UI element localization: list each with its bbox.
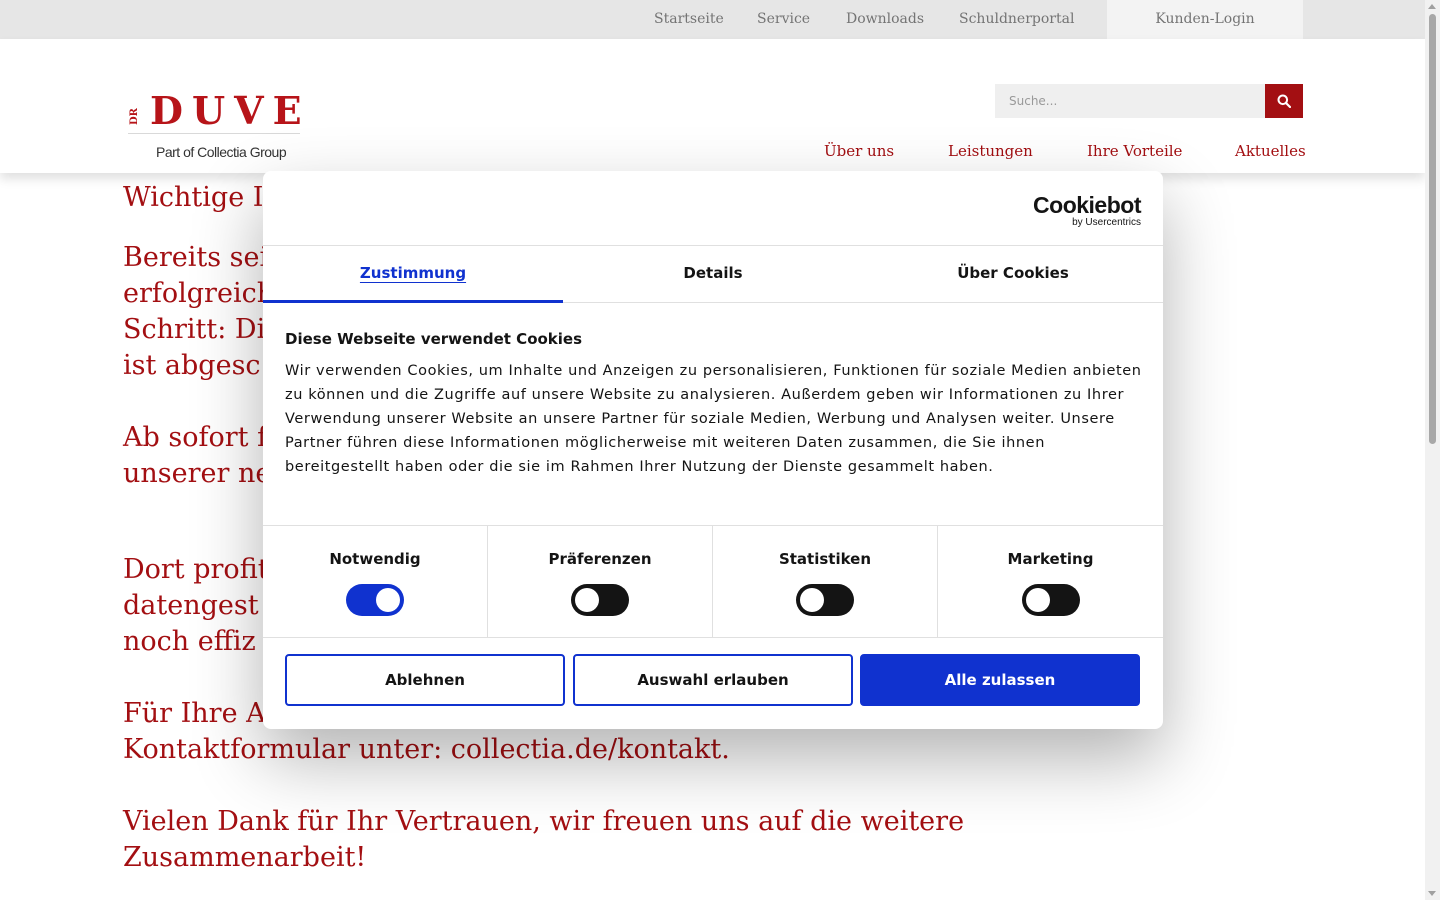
category-label: Marketing bbox=[1007, 550, 1094, 568]
consent-categories: Notwendig Präferenzen Statistiken Market… bbox=[263, 525, 1163, 638]
dialog-description: Wir verwenden Cookies, um Inhalte und An… bbox=[285, 363, 1142, 475]
tab-details[interactable]: Details bbox=[563, 246, 863, 303]
cookiebot-brand: Cookiebot bbox=[1033, 192, 1141, 218]
category-label: Notwendig bbox=[329, 550, 421, 568]
scrollbar-thumb[interactable] bbox=[1429, 14, 1436, 444]
toggle-marketing[interactable] bbox=[1021, 584, 1080, 616]
active-tab-indicator bbox=[263, 300, 563, 303]
category-statistiken: Statistiken bbox=[713, 526, 938, 638]
toggle-praeferenzen[interactable] bbox=[571, 584, 629, 616]
tab-zustimmung[interactable]: Zustimmung bbox=[263, 246, 563, 303]
cookie-consent-dialog: Cookiebot by Usercentrics Zustimmung Det… bbox=[263, 171, 1163, 729]
toggle-knob bbox=[575, 588, 599, 612]
scroll-up-arrow-icon[interactable] bbox=[1428, 4, 1436, 9]
dialog-tabs: Zustimmung Details Über Cookies bbox=[263, 246, 1163, 303]
toggle-knob bbox=[376, 588, 400, 612]
cookiebot-logo[interactable]: Cookiebot by Usercentrics bbox=[1033, 193, 1141, 228]
category-marketing: Marketing bbox=[938, 526, 1163, 638]
category-praeferenzen: Präferenzen bbox=[488, 526, 713, 638]
allow-selection-button[interactable]: Auswahl erlauben bbox=[573, 654, 853, 706]
toggle-knob bbox=[800, 588, 824, 612]
category-label: Präferenzen bbox=[548, 550, 652, 568]
allow-all-button[interactable]: Alle zulassen bbox=[860, 654, 1140, 706]
scroll-down-arrow-icon[interactable] bbox=[1428, 891, 1436, 896]
dialog-header: Cookiebot by Usercentrics bbox=[263, 171, 1163, 246]
toggle-knob bbox=[1025, 588, 1050, 612]
page-scrollbar[interactable] bbox=[1425, 0, 1440, 900]
tab-ueber-cookies[interactable]: Über Cookies bbox=[863, 246, 1163, 303]
category-notwendig: Notwendig bbox=[263, 526, 488, 638]
cookiebot-brand-sub: by Usercentrics bbox=[1072, 217, 1141, 228]
reject-button[interactable]: Ablehnen bbox=[285, 654, 565, 706]
toggle-statistiken[interactable] bbox=[796, 584, 854, 616]
dialog-title: Diese Webseite verwendet Cookies bbox=[285, 330, 583, 348]
toggle-notwendig[interactable] bbox=[346, 584, 404, 616]
dialog-body: Diese Webseite verwendet Cookies Wir ver… bbox=[285, 329, 1145, 479]
category-label: Statistiken bbox=[778, 550, 872, 568]
